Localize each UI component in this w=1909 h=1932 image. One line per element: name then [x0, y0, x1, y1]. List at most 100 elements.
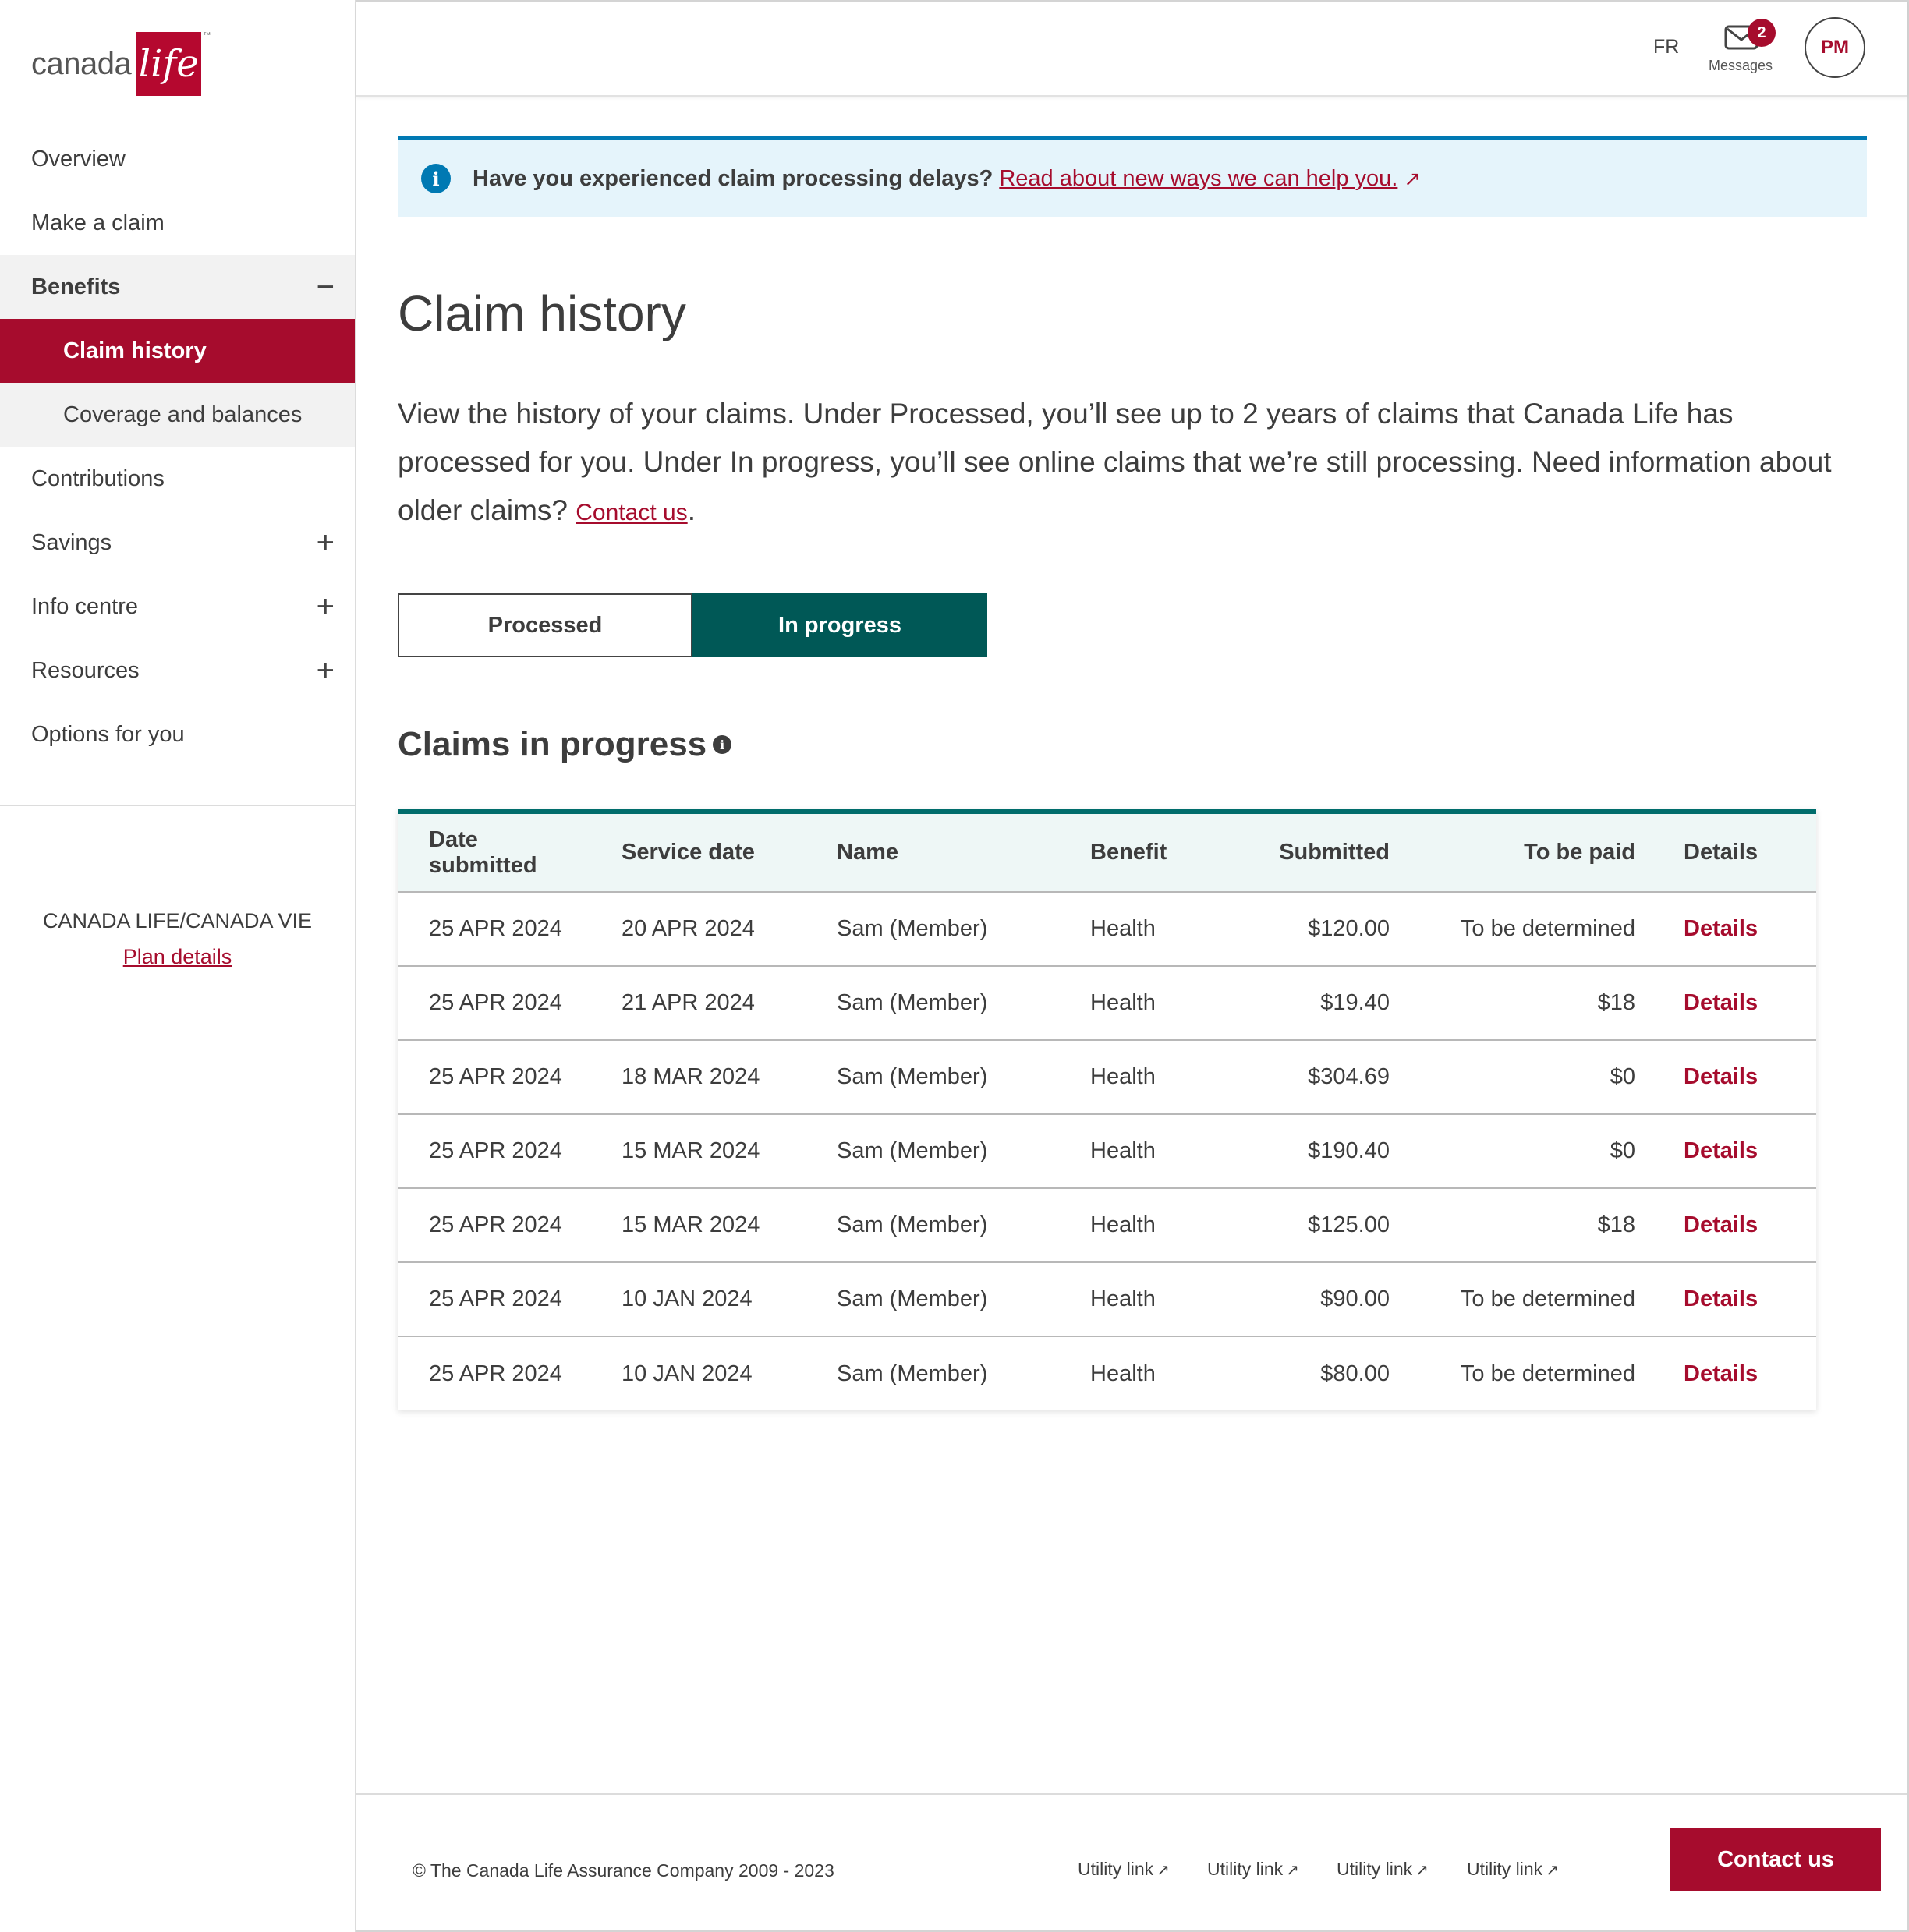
details-link[interactable]: Details: [1684, 1064, 1758, 1089]
cell-submitted: $125.00: [1215, 1187, 1390, 1262]
column-header-benefit: Benefit: [1090, 840, 1167, 865]
table-row: 25 APR 2024 20 APR 2024 Sam (Member) Health…: [398, 891, 1816, 966]
utility-link-label: Utility link: [1467, 1859, 1543, 1879]
cell-benefit: Health: [1059, 1113, 1215, 1188]
column-header-to-be-paid: To be paid: [1524, 840, 1635, 865]
claims-table-body: 25 APR 2024 20 APR 2024 Sam (Member) Health…: [398, 891, 1816, 1410]
sidebar-item-options-for-you[interactable]: Options for you: [0, 702, 355, 766]
sidebar-item-coverage-and-balances[interactable]: Coverage and balances: [0, 383, 355, 447]
table-row: 25 APR 2024 10 JAN 2024 Sam (Member) Health…: [398, 1261, 1816, 1336]
sidebar-item-savings[interactable]: Savings +: [0, 511, 355, 575]
cell-date-submitted: 25 APR 2024: [398, 1261, 590, 1336]
cell-details: Details: [1635, 1336, 1816, 1410]
contact-us-button[interactable]: Contact us: [1670, 1828, 1881, 1891]
cell-to-be-paid: To be determined: [1390, 891, 1635, 966]
details-link[interactable]: Details: [1684, 916, 1758, 941]
cell-to-be-paid: To be determined: [1390, 1336, 1635, 1410]
details-link[interactable]: Details: [1684, 990, 1758, 1015]
avatar[interactable]: PM: [1805, 17, 1865, 78]
utility-link[interactable]: Utility link ↗: [1078, 1859, 1170, 1880]
details-link[interactable]: Details: [1684, 1212, 1758, 1237]
messages-count-badge: 2: [1748, 19, 1776, 47]
details-link[interactable]: Details: [1684, 1361, 1758, 1386]
cell-benefit: Health: [1059, 1261, 1215, 1336]
table-row: 25 APR 2024 18 MAR 2024 Sam (Member) Health…: [398, 1039, 1816, 1114]
cell-name: Sam (Member): [806, 1261, 1059, 1336]
cell-date-submitted: 25 APR 2024: [398, 891, 590, 966]
utility-link[interactable]: Utility link ↗: [1337, 1859, 1429, 1880]
sidebar-divider: [0, 805, 355, 806]
claims-table: Date submitted Service date Name Benefit…: [398, 809, 1816, 1410]
cell-to-be-paid: $18: [1390, 965, 1635, 1040]
messages-label: Messages: [1708, 58, 1773, 73]
cell-benefit: Health: [1059, 965, 1215, 1040]
cell-details: Details: [1635, 965, 1816, 1040]
sidebar-item-make-a-claim[interactable]: Make a claim: [0, 191, 355, 255]
cell-date-submitted: 25 APR 2024: [398, 1113, 590, 1188]
details-link[interactable]: Details: [1684, 1138, 1758, 1163]
cell-name: Sam (Member): [806, 1187, 1059, 1262]
sidebar-item-label: Benefits: [31, 274, 121, 299]
table-row: 25 APR 2024 10 JAN 2024 Sam (Member) Health…: [398, 1336, 1816, 1410]
cell-service-date: 20 APR 2024: [590, 891, 806, 966]
cell-submitted: $120.00: [1215, 891, 1390, 966]
expand-icon[interactable]: +: [317, 527, 335, 558]
column-header-date-submitted: Date submitted: [429, 826, 537, 878]
column-header-details: Details: [1684, 840, 1758, 865]
cell-details: Details: [1635, 1187, 1816, 1262]
tab-processed[interactable]: Processed: [398, 593, 692, 657]
cell-name: Sam (Member): [806, 1113, 1059, 1188]
sidebar-item-label: Claim history: [63, 338, 207, 363]
cell-to-be-paid: $0: [1390, 1113, 1635, 1188]
footer: © The Canada Life Assurance Company 2009…: [356, 1793, 1907, 1930]
utility-link-label: Utility link: [1337, 1859, 1413, 1879]
details-link[interactable]: Details: [1684, 1286, 1758, 1311]
utility-link[interactable]: Utility link ↗: [1207, 1859, 1299, 1880]
table-row: 25 APR 2024 21 APR 2024 Sam (Member) Health…: [398, 965, 1816, 1040]
cell-benefit: Health: [1059, 891, 1215, 966]
cell-benefit: Health: [1059, 1039, 1215, 1114]
language-toggle[interactable]: FR: [1653, 36, 1679, 58]
plan-details-link[interactable]: Plan details: [123, 945, 232, 968]
messages-button[interactable]: 2 Messages: [1705, 19, 1776, 78]
contact-us-link[interactable]: Contact us: [576, 500, 687, 525]
info-icon[interactable]: i: [713, 735, 732, 754]
sidebar-item-label: Contributions: [31, 465, 165, 491]
cell-service-date: 15 MAR 2024: [590, 1187, 806, 1262]
external-link-icon: ↗: [1286, 1862, 1299, 1879]
page-title: Claim history: [398, 285, 686, 341]
intro-text: View the history of your claims. Under P…: [398, 390, 1872, 537]
collapse-icon[interactable]: −: [317, 271, 335, 303]
tab-in-progress[interactable]: In progress: [692, 593, 987, 657]
banner-link[interactable]: Read about new ways we can help you.: [999, 166, 1397, 192]
cell-name: Sam (Member): [806, 891, 1059, 966]
cell-details: Details: [1635, 1113, 1816, 1188]
expand-icon[interactable]: +: [317, 655, 335, 686]
copyright: © The Canada Life Assurance Company 2009…: [413, 1860, 834, 1881]
info-banner: i Have you experienced claim processing …: [398, 136, 1867, 217]
sidebar-item-resources[interactable]: Resources +: [0, 639, 355, 702]
cell-date-submitted: 25 APR 2024: [398, 965, 590, 1040]
sidebar-item-info-centre[interactable]: Info centre +: [0, 575, 355, 639]
banner-text: Have you experienced claim processing de…: [473, 165, 993, 191]
sidebar-item-contributions[interactable]: Contributions: [0, 447, 355, 511]
sidebar-item-overview[interactable]: Overview: [0, 127, 355, 191]
canada-life-logo[interactable]: canada life ™: [31, 31, 218, 97]
cell-benefit: Health: [1059, 1187, 1215, 1262]
external-link-icon: ↗: [1156, 1862, 1170, 1879]
info-icon: i: [421, 164, 451, 193]
cell-to-be-paid: To be determined: [1390, 1261, 1635, 1336]
cell-service-date: 10 JAN 2024: [590, 1261, 806, 1336]
cell-service-date: 15 MAR 2024: [590, 1113, 806, 1188]
cell-service-date: 10 JAN 2024: [590, 1336, 806, 1410]
logo-text: canada: [31, 46, 132, 81]
cell-date-submitted: 25 APR 2024: [398, 1039, 590, 1114]
cell-details: Details: [1635, 1261, 1816, 1336]
sidebar-item-claim-history[interactable]: Claim history: [0, 319, 355, 383]
claim-status-tabs: Processed In progress: [398, 593, 987, 657]
expand-icon[interactable]: +: [317, 591, 335, 622]
sidebar-item-benefits[interactable]: Benefits −: [0, 255, 355, 319]
column-header-name: Name: [837, 840, 898, 865]
utility-link[interactable]: Utility link ↗: [1467, 1859, 1559, 1880]
cell-submitted: $19.40: [1215, 965, 1390, 1040]
